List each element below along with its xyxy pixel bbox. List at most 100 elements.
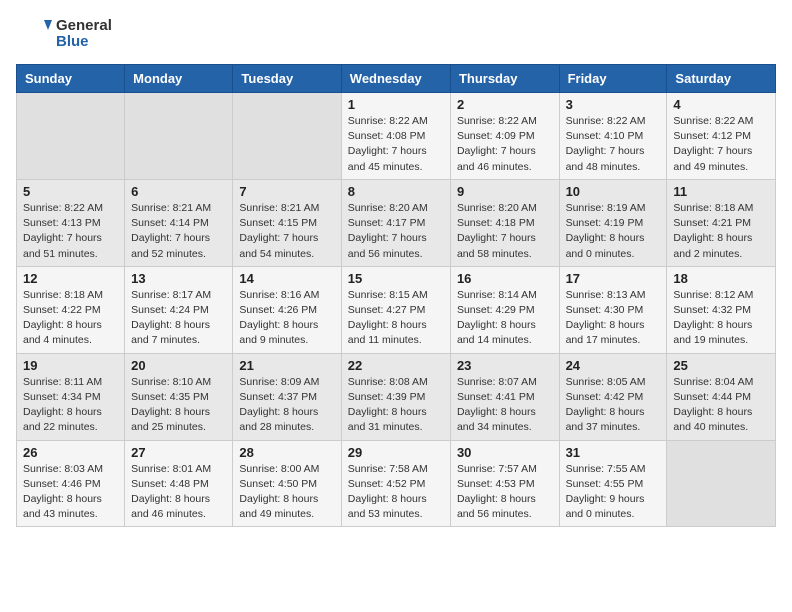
day-number: 14: [239, 271, 334, 286]
day-info: Sunrise: 7:57 AM Sunset: 4:53 PM Dayligh…: [457, 462, 553, 523]
day-cell: 31 Sunrise: 7:55 AM Sunset: 4:55 PM Dayli…: [559, 440, 667, 527]
week-row-2: 5Sunrise: 8:22 AM Sunset: 4:13 PM Daylig…: [17, 179, 776, 266]
day-info: Sunrise: 8:05 AM Sunset: 4:42 PM Dayligh…: [566, 375, 661, 436]
day-cell: 19Sunrise: 8:11 AM Sunset: 4:34 PM Dayli…: [17, 353, 125, 440]
day-cell: [667, 440, 776, 527]
day-header-row: SundayMondayTuesdayWednesdayThursdayFrid…: [17, 65, 776, 93]
day-number: 5: [23, 184, 118, 199]
day-cell: 30 Sunrise: 7:57 AM Sunset: 4:53 PM Dayli…: [450, 440, 559, 527]
day-number: 21: [239, 358, 334, 373]
day-cell: 9 Sunrise: 8:20 AM Sunset: 4:18 PM Daylig…: [450, 179, 559, 266]
week-row-1: 1 Sunrise: 8:22 AM Sunset: 4:08 PM Daylig…: [17, 93, 776, 180]
day-cell: 8 Sunrise: 8:20 AM Sunset: 4:17 PM Daylig…: [341, 179, 450, 266]
page-header: General Blue: [16, 16, 776, 52]
day-cell: [17, 93, 125, 180]
day-cell: 10 Sunrise: 8:19 AM Sunset: 4:19 PM Dayli…: [559, 179, 667, 266]
day-cell: 3 Sunrise: 8:22 AM Sunset: 4:10 PM Daylig…: [559, 93, 667, 180]
logo: General Blue: [16, 16, 112, 52]
col-header-wednesday: Wednesday: [341, 65, 450, 93]
day-cell: 14 Sunrise: 8:16 AM Sunset: 4:26 PM Dayli…: [233, 266, 341, 353]
day-info: Sunrise: 8:18 AM Sunset: 4:21 PM Dayligh…: [673, 201, 769, 262]
day-number: 13: [131, 271, 226, 286]
day-number: 1: [348, 97, 444, 112]
day-number: 18: [673, 271, 769, 286]
day-number: 11: [673, 184, 769, 199]
day-info: Sunrise: 7:58 AM Sunset: 4:52 PM Dayligh…: [348, 462, 444, 523]
day-cell: 20 Sunrise: 8:10 AM Sunset: 4:35 PM Dayli…: [125, 353, 233, 440]
day-cell: [125, 93, 233, 180]
day-cell: 4Sunrise: 8:22 AM Sunset: 4:12 PM Daylig…: [667, 93, 776, 180]
day-cell: 18 Sunrise: 8:12 AM Sunset: 4:32 PM Dayli…: [667, 266, 776, 353]
day-info: Sunrise: 8:21 AM Sunset: 4:14 PM Dayligh…: [131, 201, 226, 262]
day-info: Sunrise: 8:22 AM Sunset: 4:08 PM Dayligh…: [348, 114, 444, 175]
day-number: 12: [23, 271, 118, 286]
day-cell: 17Sunrise: 8:13 AM Sunset: 4:30 PM Dayli…: [559, 266, 667, 353]
col-header-friday: Friday: [559, 65, 667, 93]
day-cell: 21 Sunrise: 8:09 AM Sunset: 4:37 PM Dayli…: [233, 353, 341, 440]
day-info: Sunrise: 8:20 AM Sunset: 4:17 PM Dayligh…: [348, 201, 444, 262]
day-number: 17: [566, 271, 661, 286]
day-number: 31: [566, 445, 661, 460]
logo-blue-text: Blue: [56, 34, 112, 51]
day-info: Sunrise: 8:22 AM Sunset: 4:12 PM Dayligh…: [673, 114, 769, 175]
day-info: Sunrise: 8:20 AM Sunset: 4:18 PM Dayligh…: [457, 201, 553, 262]
day-info: Sunrise: 8:08 AM Sunset: 4:39 PM Dayligh…: [348, 375, 444, 436]
day-cell: 26 Sunrise: 8:03 AM Sunset: 4:46 PM Dayli…: [17, 440, 125, 527]
day-cell: 29 Sunrise: 7:58 AM Sunset: 4:52 PM Dayli…: [341, 440, 450, 527]
day-info: Sunrise: 8:18 AM Sunset: 4:22 PM Dayligh…: [23, 288, 118, 349]
day-cell: 22 Sunrise: 8:08 AM Sunset: 4:39 PM Dayli…: [341, 353, 450, 440]
week-row-5: 26 Sunrise: 8:03 AM Sunset: 4:46 PM Dayli…: [17, 440, 776, 527]
day-info: Sunrise: 8:19 AM Sunset: 4:19 PM Dayligh…: [566, 201, 661, 262]
day-number: 27: [131, 445, 226, 460]
day-number: 8: [348, 184, 444, 199]
day-number: 9: [457, 184, 553, 199]
week-row-4: 19Sunrise: 8:11 AM Sunset: 4:34 PM Dayli…: [17, 353, 776, 440]
day-cell: 24 Sunrise: 8:05 AM Sunset: 4:42 PM Dayli…: [559, 353, 667, 440]
day-info: Sunrise: 8:00 AM Sunset: 4:50 PM Dayligh…: [239, 462, 334, 523]
day-info: Sunrise: 8:10 AM Sunset: 4:35 PM Dayligh…: [131, 375, 226, 436]
day-cell: 11 Sunrise: 8:18 AM Sunset: 4:21 PM Dayli…: [667, 179, 776, 266]
day-number: 20: [131, 358, 226, 373]
day-number: 7: [239, 184, 334, 199]
col-header-sunday: Sunday: [17, 65, 125, 93]
day-number: 10: [566, 184, 661, 199]
day-number: 29: [348, 445, 444, 460]
day-number: 30: [457, 445, 553, 460]
week-row-3: 12 Sunrise: 8:18 AM Sunset: 4:22 PM Dayli…: [17, 266, 776, 353]
day-cell: 16Sunrise: 8:14 AM Sunset: 4:29 PM Dayli…: [450, 266, 559, 353]
day-info: Sunrise: 7:55 AM Sunset: 4:55 PM Dayligh…: [566, 462, 661, 523]
day-info: Sunrise: 8:22 AM Sunset: 4:10 PM Dayligh…: [566, 114, 661, 175]
day-number: 19: [23, 358, 118, 373]
day-number: 3: [566, 97, 661, 112]
day-info: Sunrise: 8:21 AM Sunset: 4:15 PM Dayligh…: [239, 201, 334, 262]
day-number: 15: [348, 271, 444, 286]
day-cell: 28 Sunrise: 8:00 AM Sunset: 4:50 PM Dayli…: [233, 440, 341, 527]
day-info: Sunrise: 8:07 AM Sunset: 4:41 PM Dayligh…: [457, 375, 553, 436]
col-header-monday: Monday: [125, 65, 233, 93]
day-cell: 12 Sunrise: 8:18 AM Sunset: 4:22 PM Dayli…: [17, 266, 125, 353]
day-info: Sunrise: 8:01 AM Sunset: 4:48 PM Dayligh…: [131, 462, 226, 523]
day-info: Sunrise: 8:16 AM Sunset: 4:26 PM Dayligh…: [239, 288, 334, 349]
day-cell: 5Sunrise: 8:22 AM Sunset: 4:13 PM Daylig…: [17, 179, 125, 266]
day-cell: 1 Sunrise: 8:22 AM Sunset: 4:08 PM Daylig…: [341, 93, 450, 180]
day-info: Sunrise: 8:09 AM Sunset: 4:37 PM Dayligh…: [239, 375, 334, 436]
day-number: 2: [457, 97, 553, 112]
day-cell: 25 Sunrise: 8:04 AM Sunset: 4:44 PM Dayli…: [667, 353, 776, 440]
day-number: 25: [673, 358, 769, 373]
col-header-thursday: Thursday: [450, 65, 559, 93]
day-number: 22: [348, 358, 444, 373]
col-header-tuesday: Tuesday: [233, 65, 341, 93]
day-cell: 23 Sunrise: 8:07 AM Sunset: 4:41 PM Dayli…: [450, 353, 559, 440]
day-info: Sunrise: 8:12 AM Sunset: 4:32 PM Dayligh…: [673, 288, 769, 349]
day-info: Sunrise: 8:17 AM Sunset: 4:24 PM Dayligh…: [131, 288, 226, 349]
day-info: Sunrise: 8:04 AM Sunset: 4:44 PM Dayligh…: [673, 375, 769, 436]
day-number: 28: [239, 445, 334, 460]
day-info: Sunrise: 8:14 AM Sunset: 4:29 PM Dayligh…: [457, 288, 553, 349]
day-number: 24: [566, 358, 661, 373]
day-info: Sunrise: 8:03 AM Sunset: 4:46 PM Dayligh…: [23, 462, 118, 523]
day-cell: 15Sunrise: 8:15 AM Sunset: 4:27 PM Dayli…: [341, 266, 450, 353]
day-number: 6: [131, 184, 226, 199]
day-cell: 6 Sunrise: 8:21 AM Sunset: 4:14 PM Daylig…: [125, 179, 233, 266]
day-number: 26: [23, 445, 118, 460]
day-number: 23: [457, 358, 553, 373]
